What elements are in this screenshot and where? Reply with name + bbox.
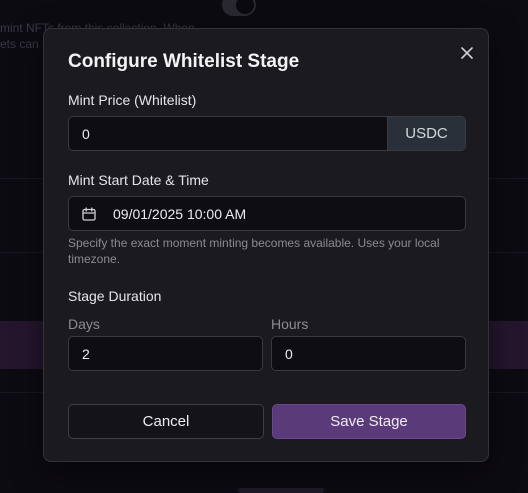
hours-input[interactable]: 0 bbox=[272, 346, 293, 362]
stage-duration-label: Stage Duration bbox=[68, 288, 162, 304]
toggle-knob bbox=[236, 0, 254, 14]
configure-stage-dialog: Configure Whitelist Stage Mint Price (Wh… bbox=[43, 28, 489, 462]
mint-start-help: Specify the exact moment minting becomes… bbox=[68, 236, 440, 266]
save-stage-button[interactable]: Save Stage bbox=[272, 404, 466, 439]
days-input[interactable]: 2 bbox=[69, 346, 90, 362]
mint-price-input[interactable]: 0 bbox=[69, 126, 387, 142]
close-button[interactable] bbox=[458, 44, 476, 62]
currency-suffix: USDC bbox=[387, 117, 465, 150]
mint-price-label: Mint Price (Whitelist) bbox=[68, 92, 197, 108]
mint-start-input[interactable]: 09/01/2025 10:00 AM bbox=[68, 196, 466, 231]
calendar-icon bbox=[82, 206, 98, 222]
background-element bbox=[238, 488, 324, 493]
mint-start-value: 09/01/2025 10:00 AM bbox=[113, 205, 247, 222]
days-label: Days bbox=[68, 316, 100, 332]
days-field: 2 bbox=[68, 336, 263, 371]
hours-field: 0 bbox=[271, 336, 466, 371]
hours-label: Hours bbox=[271, 316, 309, 332]
background-toggle bbox=[222, 0, 256, 16]
cancel-button[interactable]: Cancel bbox=[68, 404, 264, 439]
dialog-title: Configure Whitelist Stage bbox=[68, 51, 300, 72]
mint-start-label: Mint Start Date & Time bbox=[68, 172, 209, 188]
mint-price-field: 0 USDC bbox=[68, 116, 466, 151]
close-icon bbox=[461, 47, 473, 59]
